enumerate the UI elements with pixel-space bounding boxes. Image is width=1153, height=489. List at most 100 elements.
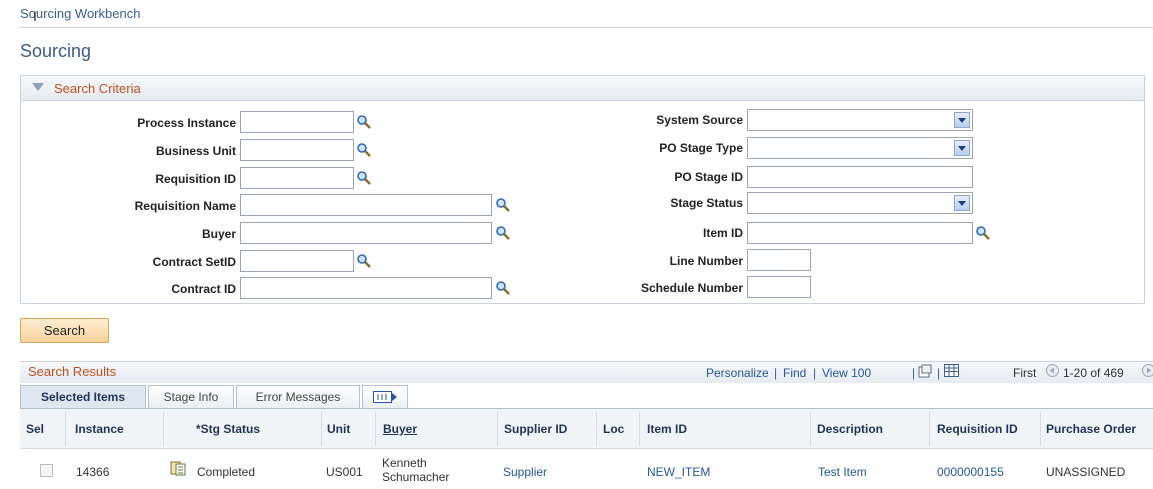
process-instance-input[interactable] xyxy=(240,111,354,133)
cell-supplier-id[interactable]: Supplier xyxy=(503,465,547,479)
cell-buyer: Kenneth Schumacher xyxy=(382,456,449,484)
find-link[interactable]: Find xyxy=(783,366,806,380)
lookup-icon[interactable] xyxy=(356,142,372,158)
process-instance-label: Process Instance xyxy=(137,116,236,130)
search-criteria-title[interactable]: Search Criteria xyxy=(54,81,141,96)
header-divider xyxy=(20,27,1153,28)
tab-selected-items[interactable]: Selected Items xyxy=(20,385,146,409)
text-cursor-icon: I xyxy=(33,8,37,24)
po-stage-id-label: PO Stage ID xyxy=(674,170,743,184)
line-number-input[interactable] xyxy=(747,249,811,271)
breadcrumb[interactable]: Sourcing Workbench xyxy=(20,6,140,21)
contract-id-input[interactable] xyxy=(240,277,492,299)
col-divider xyxy=(375,412,376,446)
col-purchase-order: Purchase Order xyxy=(1046,422,1137,436)
search-results-header xyxy=(20,361,1153,383)
tab-error-messages[interactable]: Error Messages xyxy=(236,385,360,409)
buyer-label: Buyer xyxy=(201,227,236,241)
lookup-icon[interactable] xyxy=(356,114,372,130)
toolbar-separator: | xyxy=(774,366,778,380)
business-unit-input[interactable] xyxy=(240,139,354,161)
col-supplier-id: Supplier ID xyxy=(504,422,568,436)
col-description: Description xyxy=(817,422,884,436)
row-range-label: 1-20 of 469 xyxy=(1063,366,1124,380)
schedule-number-label: Schedule Number xyxy=(640,281,743,295)
item-id-input[interactable] xyxy=(747,222,973,244)
schedule-number-input[interactable] xyxy=(747,276,811,298)
col-divider xyxy=(163,412,164,446)
page-title: Sourcing xyxy=(20,41,92,61)
cell-stg-status: Completed xyxy=(197,465,256,479)
requisition-id-label: Requisition ID xyxy=(155,172,236,186)
next-arrow-icon[interactable] xyxy=(1142,364,1153,377)
buyer-input[interactable] xyxy=(240,222,492,244)
stage-status-select[interactable] xyxy=(747,192,973,214)
col-unit: Unit xyxy=(327,422,351,436)
stage-status-label: Stage Status xyxy=(670,196,743,210)
lookup-icon[interactable] xyxy=(495,280,511,296)
lookup-icon[interactable] xyxy=(356,253,372,269)
cell-buyer-line2: Schumacher xyxy=(382,470,450,484)
col-divider xyxy=(497,412,498,446)
col-requisition-id: Requisition ID xyxy=(937,422,1018,436)
row-select-checkbox[interactable] xyxy=(40,464,53,477)
contract-id-label: Contract ID xyxy=(171,282,236,296)
business-unit-label: Business Unit xyxy=(155,144,236,158)
previous-arrow-icon[interactable] xyxy=(1046,364,1059,377)
lookup-icon[interactable] xyxy=(495,225,511,241)
item-id-label: Item ID xyxy=(702,226,743,240)
dropdown-arrow-icon[interactable] xyxy=(954,140,970,156)
lookup-icon[interactable] xyxy=(495,197,511,213)
zoom-icon[interactable] xyxy=(918,364,932,378)
view-100-link[interactable]: View 100 xyxy=(822,366,871,380)
lookup-icon[interactable] xyxy=(975,225,991,241)
po-stage-type-label: PO Stage Type xyxy=(659,141,743,155)
search-criteria-header[interactable]: Search Criteria xyxy=(21,76,1144,101)
po-stage-id-input[interactable] xyxy=(747,166,973,188)
col-divider xyxy=(929,412,930,446)
personalize-link[interactable]: Personalize xyxy=(706,366,769,380)
requisition-id-input[interactable] xyxy=(240,167,354,189)
contract-setid-input[interactable] xyxy=(240,250,354,272)
col-divider xyxy=(65,412,66,446)
toolbar-separator: | xyxy=(937,366,941,380)
system-source-label: System Source xyxy=(656,113,743,127)
contract-setid-label: Contract SetID xyxy=(152,255,236,269)
requisition-name-input[interactable] xyxy=(240,194,492,216)
cell-purchase-order: UNASSIGNED xyxy=(1046,465,1126,479)
col-instance: Instance xyxy=(75,422,124,436)
cell-instance: 14366 xyxy=(76,465,110,479)
cell-unit: US001 xyxy=(326,465,363,479)
system-source-select[interactable] xyxy=(747,109,973,131)
toolbar-separator: | xyxy=(912,366,916,380)
search-button[interactable]: Search xyxy=(20,318,109,343)
col-divider xyxy=(321,412,322,446)
col-sel: Sel xyxy=(26,422,45,436)
dropdown-arrow-icon[interactable] xyxy=(954,112,970,128)
po-stage-type-select[interactable] xyxy=(747,137,973,159)
requisition-name-label: Requisition Name xyxy=(134,199,236,213)
cell-buyer-line1: Kenneth xyxy=(382,456,427,470)
stage-details-icon[interactable] xyxy=(170,460,186,476)
col-stg-status: *Stg Status xyxy=(196,422,261,436)
collapse-triangle-icon[interactable] xyxy=(32,83,44,91)
first-label: First xyxy=(1013,366,1037,380)
col-buyer[interactable]: Buyer xyxy=(383,422,417,436)
dropdown-arrow-icon[interactable] xyxy=(954,195,970,211)
download-icon[interactable] xyxy=(944,364,959,377)
tab-show-all-columns[interactable] xyxy=(362,385,408,409)
search-results-title: Search Results xyxy=(28,364,117,379)
line-number-label: Line Number xyxy=(669,254,743,268)
col-item-id: Item ID xyxy=(647,422,688,436)
col-divider xyxy=(639,412,640,446)
col-divider xyxy=(810,412,811,446)
show-all-columns-icon[interactable] xyxy=(373,391,397,403)
cell-item-id[interactable]: NEW_ITEM xyxy=(647,465,710,479)
col-divider xyxy=(596,412,597,446)
search-criteria-panel: Search Criteria xyxy=(20,75,1145,304)
lookup-icon[interactable] xyxy=(356,170,372,186)
cell-description[interactable]: Test Item xyxy=(818,465,867,479)
tab-stage-info[interactable]: Stage Info xyxy=(148,385,234,409)
col-divider xyxy=(1040,412,1041,446)
cell-requisition-id[interactable]: 0000000155 xyxy=(937,465,1004,479)
